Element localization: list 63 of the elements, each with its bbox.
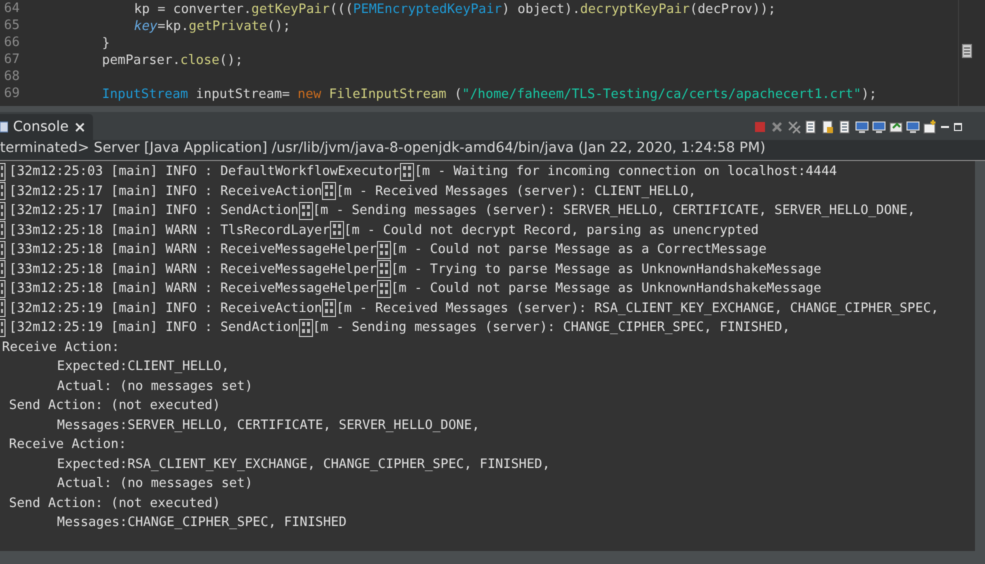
output-text: Messages:CHANGE_CIPHER_SPEC, FINISHED <box>57 515 347 530</box>
log-text: [m - Waiting for incoming connection on localhost:4444 <box>414 164 837 180</box>
log-text: [32m12:25:17 [main] INFO : SendAction <box>9 203 299 218</box>
escape-char-icon <box>376 260 391 278</box>
remove-all-icon[interactable] <box>787 120 801 134</box>
escape-char-icon <box>298 318 313 337</box>
close-tab-button[interactable]: × <box>74 118 86 136</box>
log-text: [m - Sending messages (server): CHANGE_CIPHER_SPEC, FINISHED, <box>312 320 790 336</box>
output-text: Send Action: (not executed) <box>9 398 220 414</box>
log-text: [m - Could not decrypt Record, parsing as unencrypted <box>344 222 759 238</box>
code-line: key=kp.getPrivate(); <box>134 19 291 34</box>
output-text: Messages:SERVER_HELLO, CERTIFICATE, SERVER_HELLO_DONE, <box>57 418 480 433</box>
line-number: 65 <box>3 18 21 35</box>
code-line: kp = converter.getKeyPair(((PEMEncryptedKeyPair) object).decryptKeyPair(decProv)); <box>134 2 776 17</box>
code-line: InputStream inputStream= new FileInputStream ("/home/faheem/TLS-Testing/ca/certs/apachecert1.crt"); <box>102 87 877 102</box>
log-text: [m - Sending messages (server): SERVER_HELLO, CERTIFICATE, SERVER_HELLO_DONE, <box>312 203 916 218</box>
escape-char-icon <box>376 240 391 259</box>
escape-char-icon <box>322 299 336 318</box>
line-number: 67 <box>3 52 21 69</box>
output-text: Send Action: (not executed) <box>9 496 220 511</box>
log-text: [m - Could not parse Message as a CorrectMessage <box>390 242 767 258</box>
escape-char-icon <box>400 162 414 181</box>
code-line: } <box>102 36 110 51</box>
log-text: [33m12:25:18 [main] WARN : TlsRecordLayer <box>9 222 330 238</box>
line-number: 64 <box>3 1 21 18</box>
document-icon[interactable] <box>804 120 818 134</box>
new-window-icon[interactable] <box>923 120 937 134</box>
overview-ruler-icon[interactable] <box>962 44 972 58</box>
monitor-icon[interactable] <box>872 120 886 134</box>
monitor-icon[interactable] <box>855 120 869 134</box>
log-text: [m - Could not parse Message as UnknownHandshakeMessage <box>390 281 822 296</box>
output-text: Actual: (no messages set) <box>57 378 253 394</box>
log-text: [33m12:25:18 [main] WARN : ReceiveMessageHelper <box>9 262 377 277</box>
code-editor[interactable] <box>0 0 985 106</box>
maximize-icon[interactable] <box>953 120 963 134</box>
console-tab[interactable]: Console × <box>0 114 94 140</box>
output-text: Expected:RSA_CLIENT_KEY_EXCHANGE, CHANGE_CIPHER_SPEC, FINISHED, <box>57 456 550 472</box>
escape-char-icon <box>322 182 336 200</box>
escape-char-icon <box>330 221 344 240</box>
console-icon <box>0 121 8 133</box>
document-icon[interactable] <box>838 120 852 134</box>
log-text: [32m12:25:19 [main] INFO : SendAction <box>9 320 299 336</box>
output-text: Actual: (no messages set) <box>57 476 253 492</box>
log-text: [33m12:25:18 [main] WARN : ReceiveMessageHelper <box>9 281 377 296</box>
log-text: [33m12:25:18 [main] WARN : ReceiveMessageHelper <box>9 242 377 258</box>
code-line: pemParser.close(); <box>102 53 243 68</box>
line-number: 69 <box>3 86 21 103</box>
escape-char-icon <box>376 280 391 298</box>
line-number: 66 <box>3 35 21 52</box>
log-text: [32m12:25:03 [main] INFO : DefaultWorkflowExecutor <box>9 164 400 180</box>
output-text: Receive Action: <box>9 437 126 452</box>
monitor-icon[interactable] <box>906 120 920 134</box>
escape-char-icon <box>298 202 313 220</box>
output-text: Expected:CLIENT_HELLO, <box>57 359 230 374</box>
log-text: [m - Received Messages (server): RSA_CLIENT_KEY_EXCHANGE, CHANGE_CIPHER_SPEC, <box>336 300 939 316</box>
log-text: [32m12:25:19 [main] INFO : ReceiveAction <box>9 300 322 316</box>
output-text: Receive Action: <box>2 340 120 355</box>
log-text: [m - Received Messages (server): CLIENT_HELLO, <box>336 184 696 199</box>
remove-icon[interactable] <box>770 120 784 134</box>
line-number: 68 <box>3 69 21 86</box>
log-text: [m - Trying to parse Message as UnknownHandshakeMessage <box>390 262 822 277</box>
log-text: [32m12:25:17 [main] INFO : ReceiveAction <box>9 184 322 199</box>
process-status-text: terminated> Server [Java Application] /usr/lib/jvm/java-8-openjdk-amd64/bin/java (Jan 22, 2020, 1:24:58 PM) <box>0 140 985 161</box>
